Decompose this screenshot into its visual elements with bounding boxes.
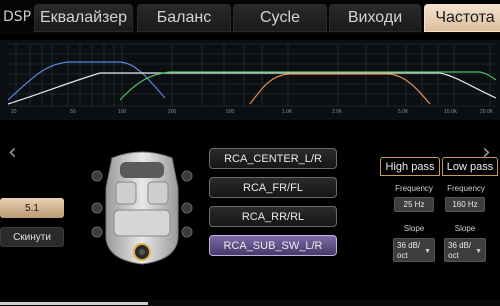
lp-slope-select[interactable]: 36 dB/ oct ▼ — [444, 238, 486, 262]
curve-green — [119, 71, 497, 101]
app-logo: DSP — [2, 9, 32, 25]
speaker-preset-button[interactable]: 5.1 — [0, 198, 64, 218]
low-pass-header[interactable]: Low pass — [442, 157, 498, 176]
car-speaker-diagram — [91, 151, 193, 265]
tab-bar: DSP Еквалайзер Баланс Cycle Виходи Часто… — [0, 0, 500, 34]
lp-frequency-field[interactable]: 160 Hz — [445, 197, 485, 212]
tab-outputs[interactable]: Виходи — [329, 4, 421, 32]
speaker-icon — [91, 226, 103, 238]
response-curves — [7, 43, 497, 107]
high-pass-header[interactable]: High pass — [380, 157, 440, 176]
speaker-icon — [181, 226, 193, 238]
hp-frequency-label: Frequency — [395, 184, 433, 193]
channel-rear[interactable]: RCA_RR/RL — [209, 206, 337, 227]
curve-white — [7, 72, 497, 105]
freq-tick: 5.0K — [398, 109, 409, 115]
speaker-icon — [181, 170, 193, 182]
lp-slope-value: 36 dB/ oct — [448, 241, 472, 260]
freq-tick: 200 — [168, 109, 177, 115]
dropdown-caret-icon: ▼ — [475, 248, 482, 255]
hp-slope-select[interactable]: 36 dB/ oct ▼ — [393, 238, 435, 262]
lp-frequency-label: Frequency — [447, 184, 485, 193]
channel-center[interactable]: RCA_CENTER_L/R — [209, 148, 337, 169]
lp-slope-label: Slope — [454, 224, 476, 233]
system-bar — [0, 300, 500, 306]
chevron-left-icon[interactable]: ‹ — [8, 140, 17, 165]
frequency-response-graph: 20 50 100 200 500 1.0K 2.0K 5.0K 10.0K 2… — [0, 40, 500, 120]
speaker-icon — [91, 202, 103, 214]
reset-button[interactable]: Скинути — [0, 227, 64, 247]
freq-tick: 50 — [70, 109, 76, 115]
tab-balance[interactable]: Баланс — [137, 4, 231, 32]
hp-slope-value: 36 dB/ oct — [397, 241, 421, 260]
freq-tick: 1.0K — [282, 109, 293, 115]
freq-tick: 500 — [226, 109, 235, 115]
hp-frequency-field[interactable]: 25 Hz — [394, 197, 434, 212]
channel-subwoofer[interactable]: RCA_SUB_SW_L/R — [209, 235, 337, 256]
tab-frequency[interactable]: Частота — [424, 4, 500, 32]
speaker-icon — [181, 202, 193, 214]
tab-cycle[interactable]: Cycle — [233, 4, 327, 32]
freq-tick: 2.0K — [332, 109, 343, 115]
tab-equalizer[interactable]: Еквалайзер — [34, 4, 133, 32]
hp-slope-label: Slope — [403, 224, 425, 233]
dropdown-caret-icon: ▼ — [424, 248, 431, 255]
channel-front[interactable]: RCA_FR/FL — [209, 177, 337, 198]
freq-tick: 100 — [118, 109, 127, 115]
speaker-icon — [91, 170, 103, 182]
freq-tick: 20.0K — [480, 109, 494, 115]
curve-orange — [249, 73, 431, 105]
freq-tick: 10.0K — [444, 109, 458, 115]
system-bar-indicator — [0, 302, 148, 305]
freq-tick: 20 — [11, 109, 17, 115]
